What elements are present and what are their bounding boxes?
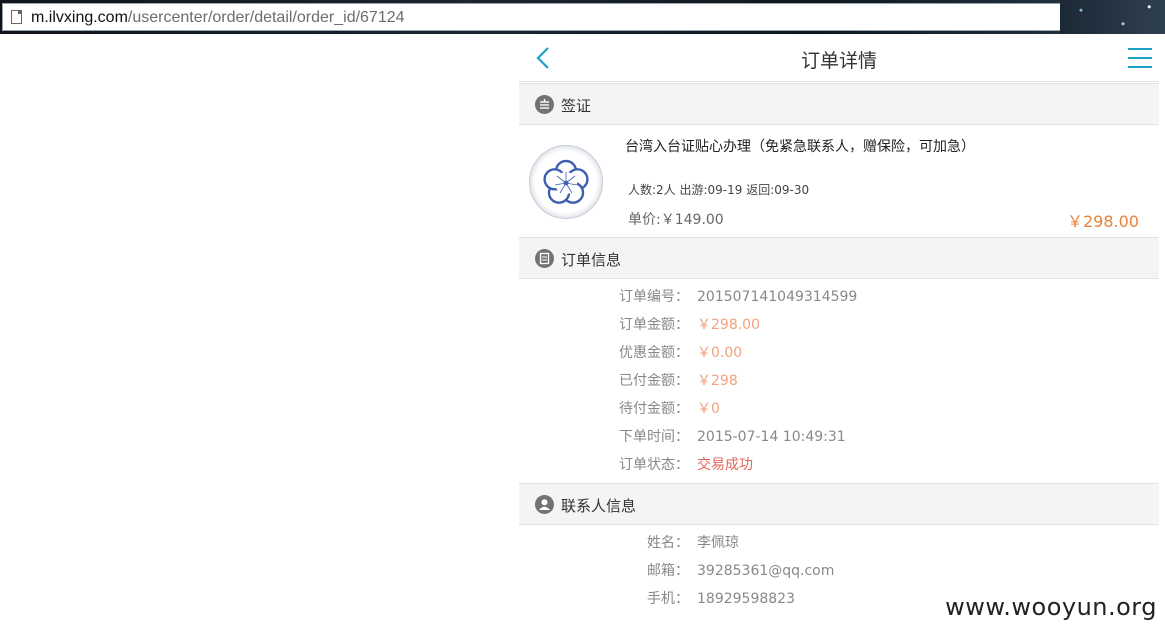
- pending-amount-value: ￥0: [697, 401, 720, 417]
- order-info-row: 待付金额： ￥0: [519, 395, 1159, 423]
- browser-address-bar: m.ilvxing.com/usercenter/order/detail/or…: [0, 0, 1165, 34]
- order-info-section-header: 订单信息: [519, 237, 1159, 279]
- discount-amount-value: ￥0.00: [697, 345, 743, 361]
- visa-section-label: 签证: [561, 97, 592, 115]
- visa-section-header: 签证: [519, 83, 1159, 125]
- order-info-row: 订单金额： ￥298.00: [519, 311, 1159, 339]
- product-logo: [529, 145, 603, 219]
- user-icon: [535, 495, 554, 514]
- order-status-value: 交易成功: [697, 457, 753, 473]
- order-number-value: 201507141049314599: [697, 289, 858, 305]
- contact-section-header: 联系人信息: [519, 483, 1159, 525]
- order-time-label: 下单时间：: [619, 429, 689, 445]
- unit-price: 单价:￥149.00: [628, 212, 724, 228]
- contact-email-label: 邮箱：: [647, 563, 689, 579]
- contact-info-row: 邮箱： 39285361@qq.com: [519, 557, 1159, 585]
- mobile-page: 订单详情 签证 台湾入台证贴心办理（免紧急联系人，赠保险，可加急） 人数:2人 …: [519, 34, 1159, 637]
- contact-name-value: 李佩琼: [697, 535, 739, 551]
- url-path: /usercenter/order/detail/order_id/67124: [127, 9, 405, 26]
- contact-section-label: 联系人信息: [561, 497, 637, 515]
- contact-email-value: 39285361@qq.com: [697, 563, 835, 579]
- order-info-row: 下单时间： 2015-07-14 10:49:31: [519, 423, 1159, 451]
- product-title[interactable]: 台湾入台证贴心办理（免紧急联系人，赠保险，可加急）: [625, 136, 975, 156]
- paid-amount-label: 已付金额：: [619, 373, 689, 389]
- order-time-value: 2015-07-14 10:49:31: [697, 429, 846, 445]
- order-info-section-label: 订单信息: [561, 251, 622, 269]
- contact-phone-value: 18929598823: [697, 591, 795, 607]
- order-info-row: 订单编号： 201507141049314599: [519, 283, 1159, 311]
- paid-amount-value: ￥298: [697, 373, 738, 389]
- order-info-row: 订单状态： 交易成功: [519, 451, 1159, 479]
- top-nav: 订单详情: [519, 34, 1159, 82]
- plum-blossom-icon: [543, 159, 589, 204]
- pending-amount-label: 待付金额：: [619, 401, 689, 417]
- contact-phone-label: 手机：: [647, 591, 689, 607]
- hamburger-menu-icon: [1128, 48, 1152, 68]
- order-info-row: 已付金额： ￥298: [519, 367, 1159, 395]
- order-info-row: 优惠金额： ￥0.00: [519, 339, 1159, 367]
- contact-info-row: 姓名： 李佩琼: [519, 529, 1159, 557]
- menu-button[interactable]: [1127, 46, 1153, 70]
- order-number-label: 订单编号：: [619, 289, 689, 305]
- total-price: ￥298.00: [1067, 212, 1139, 231]
- url-host: m.ilvxing.com: [31, 9, 128, 26]
- order-amount-value: ￥298.00: [697, 317, 760, 333]
- page-title: 订单详情: [800, 50, 877, 72]
- order-status-label: 订单状态：: [619, 457, 689, 473]
- visa-icon: [535, 95, 554, 114]
- discount-amount-label: 优惠金额：: [619, 345, 689, 361]
- page-icon: [11, 10, 22, 24]
- watermark: www.wooyun.org: [945, 593, 1157, 621]
- product-meta: 人数:2人 出游:09-19 返回:09-30: [628, 183, 810, 197]
- order-amount-label: 订单金额：: [619, 317, 689, 333]
- browser-theme-background: [1060, 0, 1165, 34]
- contact-name-label: 姓名：: [647, 535, 689, 551]
- url-field[interactable]: m.ilvxing.com/usercenter/order/detail/or…: [2, 3, 1062, 31]
- document-icon: [535, 249, 554, 268]
- url-text[interactable]: m.ilvxing.com/usercenter/order/detail/or…: [31, 8, 405, 28]
